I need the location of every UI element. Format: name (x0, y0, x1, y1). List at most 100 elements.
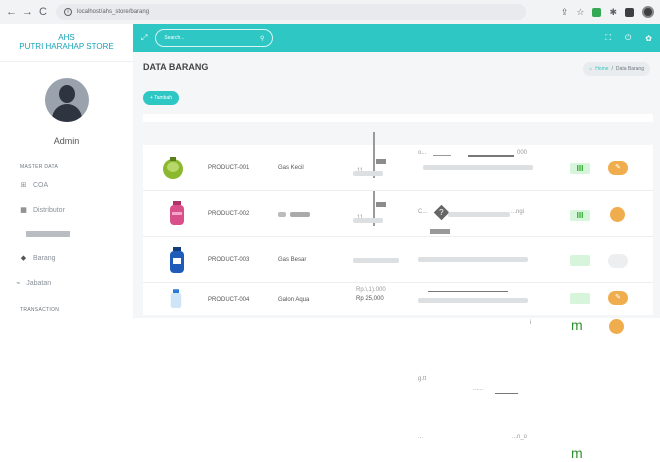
stock-badge[interactable] (570, 293, 590, 304)
stray-dash (495, 393, 518, 394)
product-name: Galon Aqua (278, 297, 310, 303)
sidebar-item-label: COA (33, 181, 49, 189)
glitch-underline (433, 155, 451, 156)
user-body-icon (51, 104, 82, 122)
sidebar-item-jabatan[interactable]: ⌁ Jabatan (16, 279, 52, 288)
sidebar-item-coa[interactable]: ⊞ COA (20, 181, 49, 190)
reload-icon[interactable]: C (38, 6, 48, 18)
table-row: PRODUCT-001 Gas Kecil 11 o... 000 III ✎ (143, 132, 653, 191)
pencil-icon: ✎ (615, 164, 621, 171)
breadcrumb-current: Data Barang (615, 66, 644, 72)
address-bar[interactable]: i localhost/ahs_store/barang (56, 4, 526, 20)
brand-short: AHS (58, 33, 75, 42)
search-icon[interactable]: ⚲ (260, 35, 264, 42)
gear-icon[interactable]: ✿ (645, 34, 652, 43)
add-button[interactable]: + Tambah (143, 91, 180, 105)
section-master-data: MASTER DATA (20, 164, 59, 170)
forward-icon[interactable]: → (22, 6, 33, 18)
glitch-line (428, 291, 508, 292)
breadcrumb-separator: / (611, 66, 613, 72)
sidebar-item-barang[interactable]: ◆ Barang (20, 254, 56, 263)
broken-glyph-icon: ? (433, 204, 450, 221)
user-tag-icon: ⌁ (16, 280, 21, 287)
orange-dot-artifact (609, 319, 624, 334)
edit-button[interactable]: ✎ (608, 161, 628, 175)
blurred-description (448, 212, 510, 217)
sidebar-toggle-icon[interactable] (625, 7, 634, 17)
glitch-fragment-right: ...ngi (511, 209, 525, 215)
navbar-actions: ⛶ ⏻ ✿ (605, 33, 652, 43)
glitch-block-lower (430, 229, 450, 234)
stray-glyph: i (530, 320, 532, 326)
glitch-fragment-right: 000 (517, 150, 528, 156)
back-icon[interactable]: ← (6, 6, 17, 18)
breadcrumb: ⌂ Home / Data Barang (583, 62, 650, 76)
sidebar-item-label: Distributor (33, 206, 65, 214)
glitch-block (376, 202, 386, 207)
stock-badge[interactable] (570, 255, 590, 266)
top-navbar: ⤢ Search... ⚲ ⛶ ⏻ ✿ (133, 24, 660, 52)
box-icon: ◆ (20, 255, 27, 262)
gas-pink-image (170, 201, 184, 225)
table-row: PRODUCT-002 11 C... ? ...ngi III (143, 191, 653, 237)
stock-badge[interactable]: III (570, 163, 590, 174)
edit-button[interactable] (610, 207, 625, 222)
glitch-fragment: o... (418, 150, 427, 156)
browser-actions: ⇪ ☆ ✱ (561, 6, 654, 18)
sidebar-item-distributor[interactable]: ▦ Distributor (20, 206, 65, 215)
sidebar-item-label: Jabatan (26, 279, 52, 287)
product-name: Gas Kecil (278, 165, 304, 171)
blurred-name-a (278, 212, 286, 217)
fullscreen-icon[interactable]: ⛶ (605, 33, 611, 43)
collapse-sidebar-icon[interactable]: ⤢ (141, 33, 147, 43)
product-code: PRODUCT-004 (208, 297, 250, 303)
gas-small-image (163, 157, 183, 179)
product-price: Rp 25,000 (356, 296, 384, 302)
edit-button[interactable] (608, 254, 628, 268)
edit-button[interactable]: ✎ (608, 291, 628, 305)
section-transaction: TRANSACTION (20, 307, 60, 313)
product-name: Gas Besar (278, 257, 307, 263)
blurred-description (423, 165, 533, 170)
stray-letter: m (571, 317, 583, 333)
user-name: Admin (53, 136, 80, 146)
user-head-icon (58, 85, 75, 103)
stray-letter: m (571, 445, 583, 461)
site-info-icon[interactable]: i (64, 8, 72, 16)
product-code: PRODUCT-003 (208, 257, 250, 263)
blurred-price (353, 171, 383, 176)
stray-text: ...... (473, 386, 484, 392)
blurred-description (418, 257, 528, 262)
product-code: PRODUCT-002 (208, 211, 250, 217)
extension-icon[interactable] (592, 7, 602, 17)
puzzle-icon[interactable]: ✱ (609, 7, 617, 18)
search-placeholder: Search... (164, 35, 185, 41)
search-input[interactable]: Search... ⚲ (155, 29, 274, 47)
gas-blue-image (170, 247, 184, 273)
power-icon[interactable]: ⏻ (625, 33, 631, 43)
product-code: PRODUCT-001 (208, 165, 250, 171)
breadcrumb-home[interactable]: Home (595, 66, 608, 72)
glitch-dash (468, 155, 514, 157)
stock-badge[interactable]: III (570, 210, 590, 221)
galon-image (170, 289, 182, 308)
table-row: PRODUCT-003 Gas Besar (143, 237, 653, 283)
glitch-fragment: C... (418, 209, 428, 215)
table-row: PRODUCT-004 Galon Aqua Rp.\,1).000 Rp 25… (143, 283, 653, 315)
avatar (44, 78, 89, 122)
sidebar-item-obscured[interactable] (26, 231, 70, 237)
blurred-name-b (290, 212, 310, 217)
stray-text: g.tt (418, 376, 427, 382)
card-header-strip (143, 114, 653, 122)
star-icon[interactable]: ☆ (576, 7, 584, 18)
breadcrumb-home-icon[interactable]: ⌂ (589, 66, 592, 72)
blurred-price (353, 258, 399, 263)
blurred-price (353, 218, 383, 223)
grid-icon: ⊞ (20, 182, 27, 189)
profile-avatar-icon[interactable] (642, 6, 654, 18)
brand[interactable]: AHS PUTRI HARAHAP STORE (0, 24, 133, 62)
sidebar-item-label: Barang (33, 254, 56, 262)
share-icon[interactable]: ⇪ (561, 7, 569, 18)
url-text: localhost/ahs_store/barang (77, 9, 150, 15)
blurred-description (418, 298, 528, 303)
